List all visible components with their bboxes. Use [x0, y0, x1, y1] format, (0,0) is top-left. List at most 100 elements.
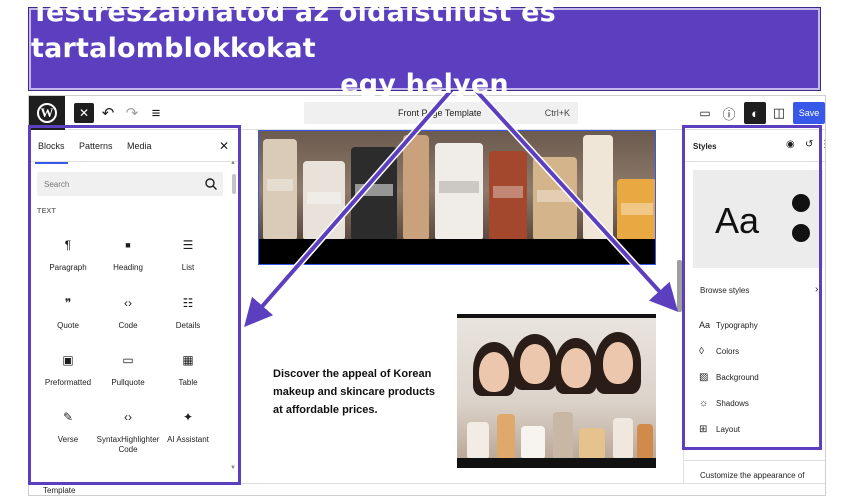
- block-label: SyntaxHighlighter Code: [96, 435, 160, 454]
- site-editor: W ✕ ↶ ↷ ≡ Front Page Template Ctrl+K ▭ ⓘ…: [28, 95, 826, 496]
- styles-item-layout[interactable]: ⊞ Layout: [699, 424, 740, 438]
- editor-footer: Template: [29, 483, 825, 495]
- block-label: Heading: [113, 263, 143, 272]
- styles-item-label: Typography: [716, 321, 758, 330]
- table-icon: ▦: [182, 353, 194, 367]
- command-shortcut: Ctrl+K: [544, 108, 570, 118]
- canvas-scrollbar[interactable]: [677, 260, 682, 312]
- settings-sidebar-button[interactable]: ◫: [768, 102, 790, 124]
- block-quote[interactable]: ❞ Quote: [35, 294, 101, 331]
- list-icon: ☰: [182, 238, 194, 252]
- sparkle-icon: ✦: [182, 410, 194, 424]
- revisions-icon[interactable]: ↺: [805, 139, 813, 150]
- tab-patterns[interactable]: Patterns: [79, 141, 113, 151]
- close-icon[interactable]: ✕: [219, 139, 229, 153]
- styles-item-typography[interactable]: Aa Typography: [699, 320, 758, 334]
- editor-canvas[interactable]: Discover the appeal of Korean makeup and…: [241, 130, 683, 483]
- block-heading[interactable]: ■ Heading: [95, 236, 161, 273]
- block-paragraph[interactable]: ¶ Paragraph: [35, 236, 101, 273]
- block-preformatted[interactable]: ▣ Preformatted: [35, 351, 101, 388]
- inserter-scrollbar[interactable]: [231, 168, 237, 476]
- desktop-icon: ▭: [699, 106, 711, 120]
- styles-item-label: Layout: [716, 425, 741, 434]
- close-icon: ✕: [78, 106, 90, 120]
- block-pullquote[interactable]: ▭ Pullquote: [95, 351, 161, 388]
- browse-styles-link[interactable]: Browse styles: [700, 286, 749, 295]
- divider: [684, 460, 825, 461]
- details-icon: ☷: [182, 296, 194, 310]
- undo-button[interactable]: ↶: [97, 102, 119, 124]
- content-paragraph[interactable]: Discover the appeal of Korean makeup and…: [273, 365, 443, 419]
- redo-button[interactable]: ↷: [121, 102, 143, 124]
- block-table[interactable]: ▦ Table: [155, 351, 221, 388]
- chevron-right-icon[interactable]: ›: [815, 284, 818, 295]
- shadows-sun-icon: ☼: [699, 398, 709, 409]
- wordpress-icon: W: [37, 103, 57, 123]
- block-label: Table: [178, 378, 198, 387]
- models-photo: [457, 318, 656, 458]
- background-icon: ▨: [699, 372, 709, 383]
- wordpress-logo-button[interactable]: W: [29, 96, 65, 130]
- scroll-up-arrow-icon[interactable]: ▲: [230, 160, 236, 166]
- inserter-scrollbar-thumb[interactable]: [232, 174, 236, 194]
- styles-item-label: Background: [716, 373, 759, 382]
- banner-line-2: egy helyen: [340, 69, 509, 100]
- half-circle-icon: ◐: [751, 105, 759, 121]
- list-view-button[interactable]: ≡: [145, 102, 167, 124]
- sidebar-icon: ◫: [772, 105, 786, 120]
- styles-panel: Styles ◉ ↺ ⋮ Aa Browse styles › Aa Typogr…: [683, 130, 825, 483]
- scroll-down-arrow-icon[interactable]: ▼: [230, 465, 236, 471]
- preformatted-icon: ▣: [62, 353, 74, 367]
- help-icon: ⓘ: [722, 106, 736, 122]
- block-code[interactable]: ‹› Code: [95, 294, 161, 331]
- redo-icon: ↷: [125, 105, 139, 122]
- styles-item-label: Shadows: [716, 399, 749, 408]
- styles-item-colors[interactable]: ◊ Colors: [699, 346, 739, 360]
- block-label: Code: [118, 321, 138, 330]
- undo-icon: ↶: [101, 105, 115, 122]
- block-search-input[interactable]: [37, 172, 223, 196]
- block-label: AI Assistant: [167, 435, 209, 444]
- close-inserter-button[interactable]: ✕: [74, 103, 94, 123]
- list-view-icon: ≡: [151, 104, 161, 122]
- styles-item-label: Colors: [716, 347, 740, 356]
- styles-item-background[interactable]: ▨ Background: [699, 372, 759, 386]
- heading-bookmark-icon: ■: [125, 240, 131, 250]
- styles-panel-title: Styles: [693, 142, 717, 151]
- block-label: Pullquote: [111, 378, 145, 387]
- code-icon: ‹›: [124, 410, 132, 424]
- document-bar[interactable]: Front Page Template Ctrl+K: [304, 102, 578, 124]
- quote-icon: ❞: [64, 296, 72, 310]
- tab-blocks[interactable]: Blocks: [35, 141, 67, 164]
- cosmetics-bottles-image: [259, 131, 655, 239]
- breadcrumb[interactable]: Template: [43, 486, 75, 495]
- pullquote-icon: ▭: [122, 353, 134, 367]
- styles-description: Customize the appearance of: [700, 471, 805, 480]
- preview-color-dot: [792, 224, 810, 242]
- block-ai-assistant[interactable]: ✦ AI Assistant: [155, 408, 221, 445]
- more-options-icon[interactable]: ⋮: [820, 139, 825, 150]
- device-preview-button[interactable]: ▭: [694, 102, 716, 124]
- hero-image-block[interactable]: [258, 130, 656, 265]
- block-category-label: TEXT: [37, 208, 57, 215]
- models-photo-block[interactable]: [457, 314, 656, 468]
- search-icon[interactable]: [204, 177, 218, 191]
- help-button[interactable]: ⓘ: [718, 102, 740, 124]
- preview-text: Aa: [715, 200, 760, 241]
- tab-media[interactable]: Media: [127, 141, 152, 151]
- styles-item-shadows[interactable]: ☼ Shadows: [699, 398, 749, 412]
- block-label: Details: [175, 321, 201, 330]
- styles-toggle-button[interactable]: ◐: [744, 102, 766, 124]
- block-label: Preformatted: [44, 378, 92, 387]
- block-details[interactable]: ☷ Details: [155, 294, 221, 331]
- eye-icon[interactable]: ◉: [786, 139, 795, 150]
- styles-panel-header: Styles ◉ ↺ ⋮: [684, 130, 825, 162]
- block-inserter-panel: Blocks Patterns Media ✕ ▲ ▼ TEXT ¶ Parag…: [29, 130, 241, 483]
- block-label: List: [181, 263, 195, 272]
- block-list[interactable]: ☰ List: [155, 236, 221, 273]
- style-preview[interactable]: Aa: [693, 170, 823, 268]
- document-title: Front Page Template: [398, 108, 482, 118]
- save-button[interactable]: Save: [793, 102, 825, 124]
- colors-droplet-icon: ◊: [699, 346, 704, 357]
- block-syntaxhighlighter-code[interactable]: ‹› SyntaxHighlighter Code: [91, 408, 165, 455]
